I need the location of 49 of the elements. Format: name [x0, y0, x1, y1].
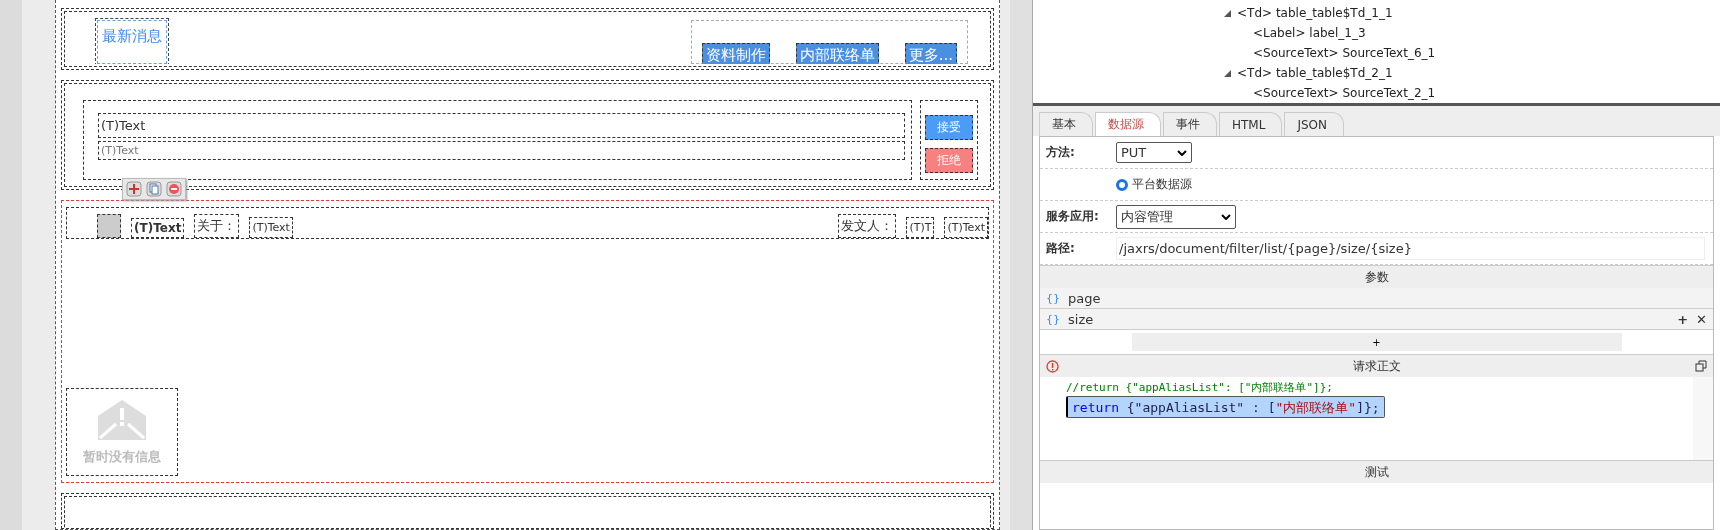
tree-node[interactable]: <SourceText> SourceText_6_1: [1253, 46, 1436, 60]
close-icon[interactable]: ✕: [1696, 311, 1707, 327]
text-component: (T)Text: [131, 218, 185, 238]
text-component: (T)Text: [944, 217, 988, 238]
section-header: 请求正文: [1352, 358, 1402, 375]
section-header: 参数: [1363, 269, 1390, 286]
method-dropdown[interactable]: PUT: [1116, 142, 1192, 163]
field-label: 发文人：: [838, 214, 897, 238]
tree-node[interactable]: <SourceText> SourceText_2_1: [1253, 86, 1436, 100]
copy-icon[interactable]: [146, 181, 162, 197]
section-header: 测试: [1363, 464, 1390, 481]
text-component: (T)T: [906, 217, 935, 238]
expanded-triangle-icon[interactable]: [1223, 9, 1231, 17]
property-tab[interactable]: 数据源: [1095, 112, 1161, 136]
field-label: 服务应用:: [1046, 208, 1100, 225]
caret-icon: [1221, 213, 1231, 220]
radio-button[interactable]: [1116, 178, 1128, 191]
field-label: 方法:: [1046, 144, 1076, 161]
tree-node[interactable]: <Label> label_1_3: [1253, 26, 1366, 40]
news-title: 最新消息: [97, 20, 167, 64]
text-component: (T)Text: [98, 141, 905, 160]
param-name[interactable]: size: [1068, 311, 1670, 327]
service-dropdown[interactable]: 内容管理: [1116, 204, 1236, 229]
add-param-button[interactable]: +: [1131, 333, 1622, 351]
caret-icon: [1177, 149, 1187, 156]
expanded-triangle-icon[interactable]: [1223, 69, 1231, 77]
property-tab[interactable]: HTML: [1219, 112, 1283, 136]
path-field[interactable]: /jaxrs/document/filter/list/{page}/size/{size}: [1116, 237, 1705, 260]
property-tab[interactable]: 基本: [1039, 112, 1093, 136]
field-label: 路径:: [1046, 240, 1076, 257]
add-icon[interactable]: +: [1677, 311, 1689, 327]
tree-node[interactable]: <Td> table_table$Td_1_1: [1237, 6, 1393, 20]
property-tab[interactable]: JSON: [1284, 112, 1344, 136]
move-icon[interactable]: [126, 181, 142, 197]
text-component: (T)Text: [249, 217, 293, 238]
envelope-alert-icon: [96, 398, 148, 442]
braces-icon: {}: [1046, 291, 1060, 305]
restore-icon[interactable]: [1695, 360, 1707, 372]
braces-icon: {}: [1046, 312, 1060, 326]
radio-label: 平台数据源: [1132, 176, 1192, 193]
error-icon: [1046, 359, 1059, 373]
empty-message: 暂时没有信息: [83, 448, 161, 466]
code-line: //return {"appAliasList": ["内部联络单"]};: [1066, 380, 1333, 396]
param-name[interactable]: page: [1068, 290, 1707, 306]
delete-icon[interactable]: [166, 181, 182, 197]
text-component: (T)Text: [98, 113, 905, 138]
property-tab[interactable]: 事件: [1163, 112, 1217, 136]
tree-node[interactable]: <Td> table_table$Td_2_1: [1237, 66, 1393, 80]
field-label: 关于：: [194, 214, 240, 238]
